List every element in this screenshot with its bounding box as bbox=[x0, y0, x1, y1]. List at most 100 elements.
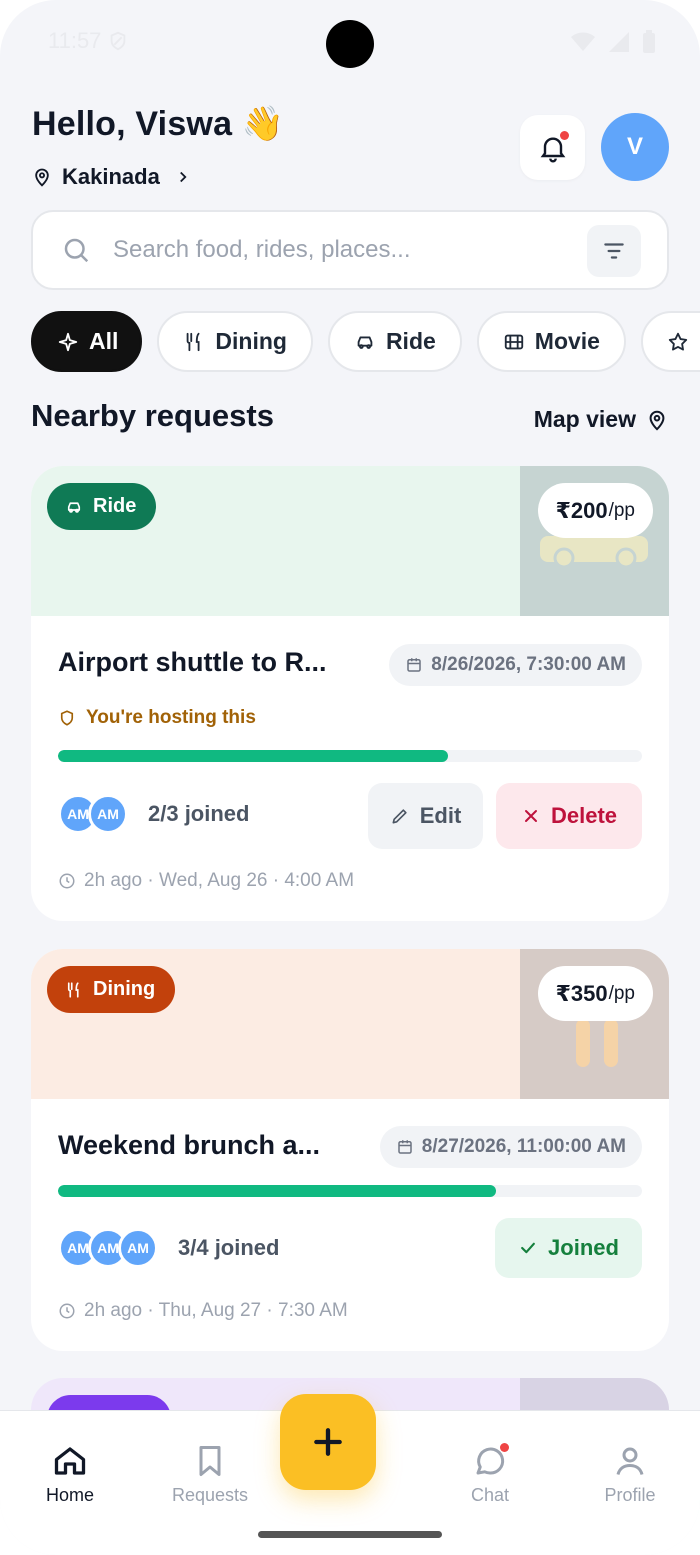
nav-home[interactable]: Home bbox=[10, 1443, 130, 1506]
nav-chat[interactable]: Chat bbox=[430, 1443, 550, 1506]
joined-label: Joined bbox=[548, 1235, 619, 1260]
joined-count: 2/3 joined bbox=[148, 801, 250, 826]
delete-button[interactable]: Delete bbox=[496, 783, 642, 849]
close-icon bbox=[524, 810, 537, 822]
request-card[interactable]: Ride ₹200/pp Airport shuttle to R... 8/2… bbox=[31, 466, 669, 921]
search-input[interactable] bbox=[113, 236, 573, 264]
film-icon bbox=[504, 334, 523, 349]
section-title: Nearby requests bbox=[31, 398, 274, 433]
check-icon bbox=[521, 1242, 535, 1254]
chip-movie[interactable]: Movie bbox=[476, 311, 626, 372]
calendar-icon bbox=[398, 1140, 412, 1154]
request-card[interactable]: Dining ₹350/pp Weekend brunch a... 8/27/… bbox=[31, 949, 669, 1351]
sparkle-icon bbox=[58, 332, 78, 351]
phone-screen: 11:57 Hello, Viswa 👋 Kakinada V All bbox=[0, 0, 700, 1555]
type-badge: Ride bbox=[47, 483, 157, 530]
hosting-text: You're hosting this bbox=[86, 707, 256, 728]
progress-bar bbox=[58, 750, 642, 762]
date-pill: 8/26/2026, 7:30:00 AM bbox=[389, 644, 642, 686]
fork-knife-icon bbox=[67, 981, 79, 998]
shield-status-icon bbox=[111, 31, 126, 51]
posted-time: 2h ago · Thu, Aug 27 · 7:30 AM bbox=[58, 1300, 348, 1322]
edit-button[interactable]: Edit bbox=[368, 783, 483, 849]
chip-label: Ride bbox=[385, 328, 436, 354]
calendar-icon bbox=[407, 658, 422, 672]
pencil-icon bbox=[392, 809, 407, 824]
progress-fill bbox=[58, 1185, 496, 1197]
chip-ride[interactable]: Ride bbox=[327, 311, 462, 372]
price-value: ₹350 bbox=[555, 980, 608, 1006]
nav-profile[interactable]: Profile bbox=[570, 1443, 690, 1506]
edit-label: Edit bbox=[419, 803, 462, 828]
status-time: 11:57 bbox=[48, 28, 129, 54]
profile-avatar[interactable]: V bbox=[601, 113, 669, 181]
notifications-button[interactable] bbox=[520, 115, 585, 180]
card-banner: Ride ₹200/pp bbox=[31, 466, 669, 616]
plus-icon bbox=[314, 1428, 342, 1456]
chip-dining[interactable]: Dining bbox=[157, 311, 313, 372]
price-value: ₹200 bbox=[555, 497, 608, 523]
price-unit: /pp bbox=[608, 982, 635, 1004]
map-view-link[interactable]: Map view bbox=[534, 406, 668, 433]
type-badge-label: Dining bbox=[93, 978, 156, 1000]
nav-requests-label: Requests bbox=[171, 1485, 249, 1505]
type-badge: Dining bbox=[47, 966, 176, 1013]
home-icon bbox=[54, 1447, 86, 1475]
greeting-title: Hello, Viswa 👋 bbox=[32, 105, 285, 143]
camera-cutout bbox=[326, 20, 374, 68]
home-indicator bbox=[258, 1531, 442, 1538]
chat-notification-dot bbox=[500, 1443, 509, 1452]
category-chips: All Dining Ride Movie E bbox=[31, 311, 700, 372]
notification-dot bbox=[560, 131, 569, 140]
battery-icon bbox=[643, 30, 655, 53]
joined-count: 3/4 joined bbox=[178, 1235, 280, 1260]
wifi-icon bbox=[571, 32, 595, 51]
nav-chat-label: Chat bbox=[470, 1485, 510, 1505]
star-icon bbox=[668, 332, 688, 351]
chip-label: Movie bbox=[534, 328, 600, 354]
location-pin-icon bbox=[649, 410, 665, 431]
type-badge-label: Ride bbox=[93, 495, 137, 517]
map-view-label: Map view bbox=[533, 406, 636, 432]
clock-icon bbox=[59, 1303, 75, 1319]
filter-button[interactable] bbox=[587, 225, 641, 277]
date-text: 8/26/2026, 7:30:00 AM bbox=[431, 654, 626, 675]
nav-requests[interactable]: Requests bbox=[150, 1443, 270, 1506]
posted-time: 2h ago · Wed, Aug 26 · 4:00 AM bbox=[58, 870, 354, 892]
car-icon bbox=[67, 501, 81, 513]
posted-time-text: 2h ago · Wed, Aug 26 · 4:00 AM bbox=[84, 870, 355, 891]
nav-profile-label: Profile bbox=[604, 1485, 656, 1505]
delete-label: Delete bbox=[550, 803, 618, 828]
search-icon bbox=[64, 238, 89, 263]
fork-knife-icon bbox=[187, 332, 200, 351]
card-banner: Dining ₹350/pp bbox=[31, 949, 669, 1099]
progress-fill bbox=[58, 750, 448, 762]
card-title: Airport shuttle to R... bbox=[58, 647, 327, 677]
nav-home-label: Home bbox=[45, 1485, 94, 1505]
status-icons bbox=[570, 30, 656, 54]
date-text: 8/27/2026, 11:00:00 AM bbox=[421, 1136, 626, 1157]
price-unit: /pp bbox=[608, 499, 635, 521]
search-bar bbox=[31, 210, 669, 290]
chip-label: Dining bbox=[215, 328, 287, 354]
car-icon bbox=[357, 336, 373, 349]
create-request-button[interactable] bbox=[280, 1394, 376, 1490]
location-pin-icon bbox=[35, 168, 49, 187]
status-bar: 11:57 bbox=[0, 0, 700, 86]
member-avatars: AM AM AM 3/4 joined bbox=[58, 1228, 279, 1268]
member-avatar: AM bbox=[88, 794, 128, 834]
shield-icon bbox=[60, 710, 74, 726]
member-avatars: AM AM 2/3 joined bbox=[58, 794, 249, 834]
chip-all[interactable]: All bbox=[31, 311, 143, 372]
price-pill: ₹200/pp bbox=[537, 483, 653, 538]
location-selector[interactable]: Kakinada bbox=[32, 164, 192, 190]
joined-button[interactable]: Joined bbox=[495, 1218, 642, 1278]
location-label: Kakinada bbox=[62, 164, 160, 189]
progress-bar bbox=[58, 1185, 642, 1197]
user-icon bbox=[616, 1447, 644, 1475]
member-avatar: AM bbox=[118, 1228, 158, 1268]
chip-more[interactable]: E bbox=[640, 311, 700, 372]
signal-icon bbox=[609, 32, 629, 52]
bookmark-icon bbox=[199, 1446, 221, 1476]
date-pill: 8/27/2026, 11:00:00 AM bbox=[379, 1126, 642, 1168]
